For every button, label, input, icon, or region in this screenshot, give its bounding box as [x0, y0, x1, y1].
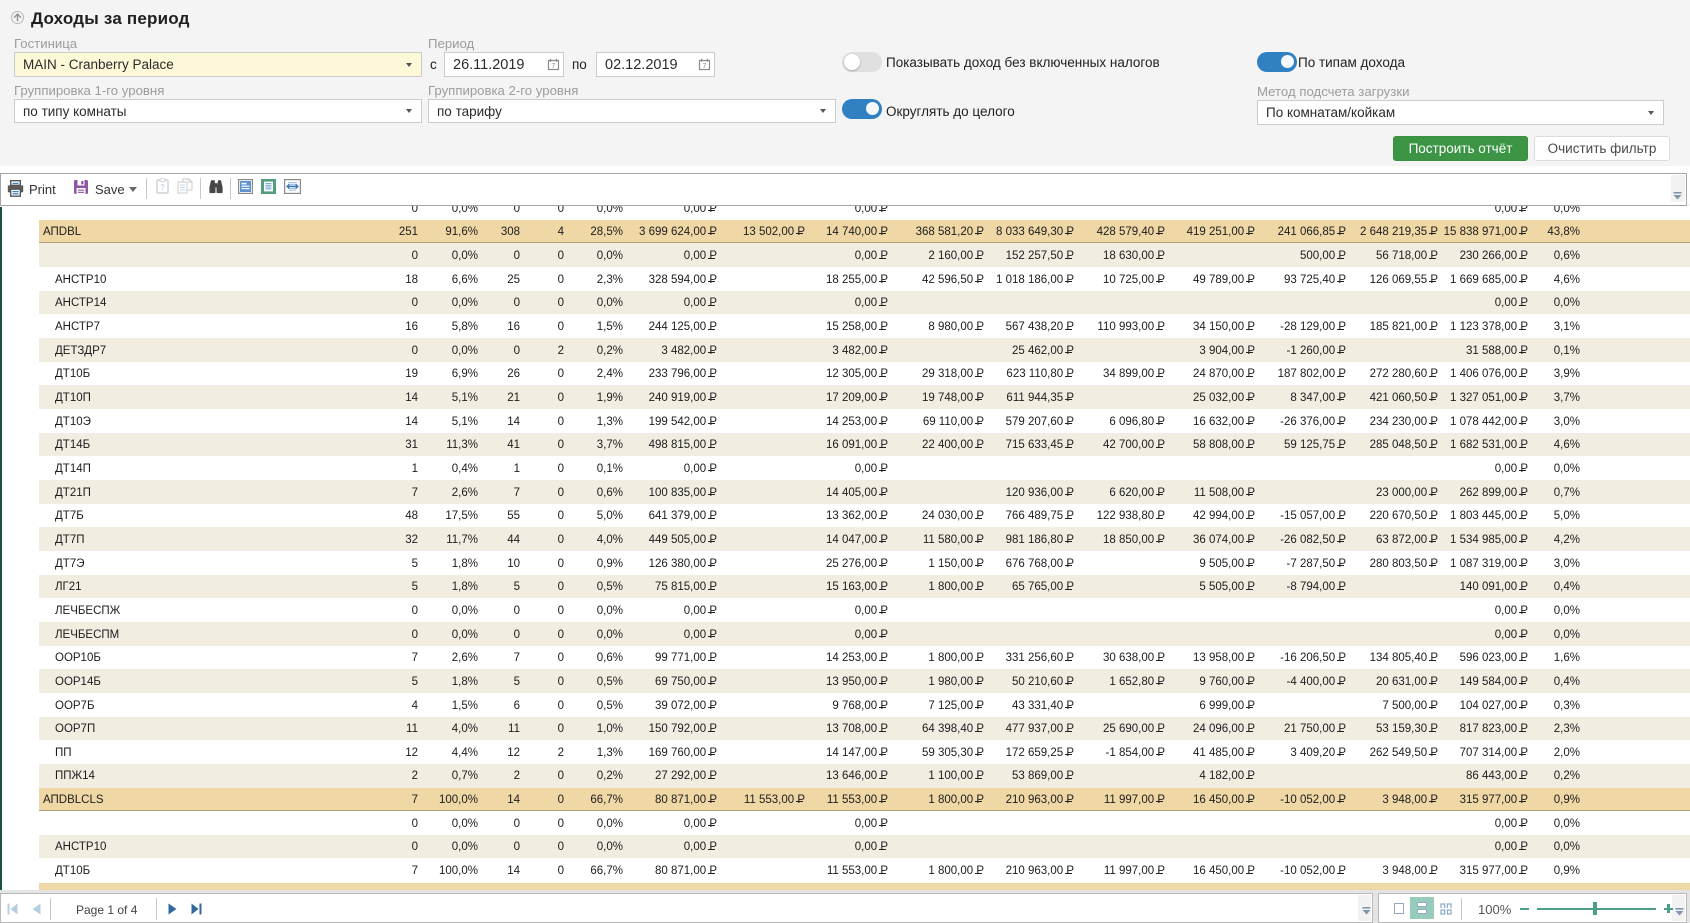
svg-text:7: 7 [552, 63, 556, 70]
svg-text:?: ? [160, 183, 165, 192]
svg-text:7: 7 [703, 63, 707, 70]
